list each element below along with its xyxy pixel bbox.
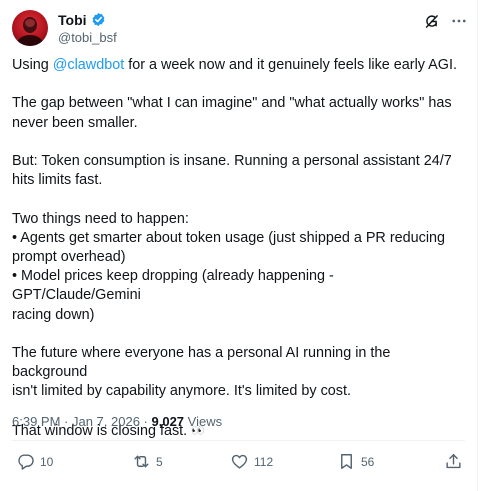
reply-count: 10 [40,454,54,469]
more-icon[interactable] [450,12,468,30]
repost-count: 5 [156,454,163,469]
share-button[interactable] [444,452,463,471]
bookmark-count: 56 [361,454,375,469]
meta-separator: · [60,414,72,429]
like-count: 112 [254,454,274,469]
text-line: The gap between "what I can imagine" and… [12,95,452,112]
author-handle[interactable]: @tobi_bsf [58,30,117,45]
meta-separator: · [139,414,152,429]
text-segment: Using [12,57,53,73]
text-line: Two things need to happen: [12,210,189,227]
reply-icon [18,454,34,470]
tweet-card: Tobi @tobi_bsf Using @clawdbot for a wee… [0,0,478,491]
share-icon [446,454,461,469]
paragraph-5: The future where everyone has a personal… [12,344,464,402]
timestamp-date[interactable]: Jan 7, 2026 [72,414,140,429]
paragraph-1: Using @clawdbot for a week now and it ge… [12,56,464,75]
views-count[interactable]: 9,027 [152,414,185,429]
divider [12,440,465,441]
avatar[interactable] [12,10,48,46]
like-button[interactable]: 112 [230,452,273,471]
author-block: Tobi @tobi_bsf [58,11,117,46]
tweet-meta: 6:39 PM · Jan 7, 2026 · 9,027 Views [12,414,222,429]
text-line: racing down) [12,306,95,323]
text-line: • Model prices keep dropping (already ha… [12,268,334,304]
text-line: hits limits fast. [12,172,103,189]
repost-icon [134,455,149,468]
text-line: • Agents get smarter about token usage (… [12,229,446,246]
bookmark-button[interactable]: 56 [337,452,374,471]
text-line: never been smaller. [12,114,138,131]
paragraph-2: The gap between "what I can imagine" and… [12,94,464,132]
text-line: isn't limited by capability anymore. It'… [12,383,352,400]
reply-button[interactable]: 10 [16,452,53,471]
tweet-header: Tobi @tobi_bsf [12,10,468,46]
tweet-text: Using @clawdbot for a week now and it ge… [12,56,464,441]
mention-link[interactable]: @clawdbot [53,57,124,73]
paragraph-3: But: Token consumption is insane. Runnin… [12,152,464,190]
author-name[interactable]: Tobi [58,12,87,28]
verified-badge-icon [91,12,106,27]
like-icon [231,454,248,469]
text-line: The future where everyone has a personal… [12,344,391,381]
text-segment: for a week now and it genuinely feels li… [124,57,457,73]
grok-icon[interactable] [422,12,440,30]
views-label: Views [184,414,223,429]
repost-button[interactable]: 5 [132,452,163,471]
text-line: But: Token consumption is insane. Runnin… [12,152,452,169]
action-bar: 10 5 112 56 [12,452,468,474]
bookmark-icon [341,454,352,469]
text-line: prompt overhead) [12,248,126,265]
paragraph-4: Two things need to happen: • Agents get … [12,210,464,325]
timestamp-time[interactable]: 6:39 PM [12,414,60,429]
